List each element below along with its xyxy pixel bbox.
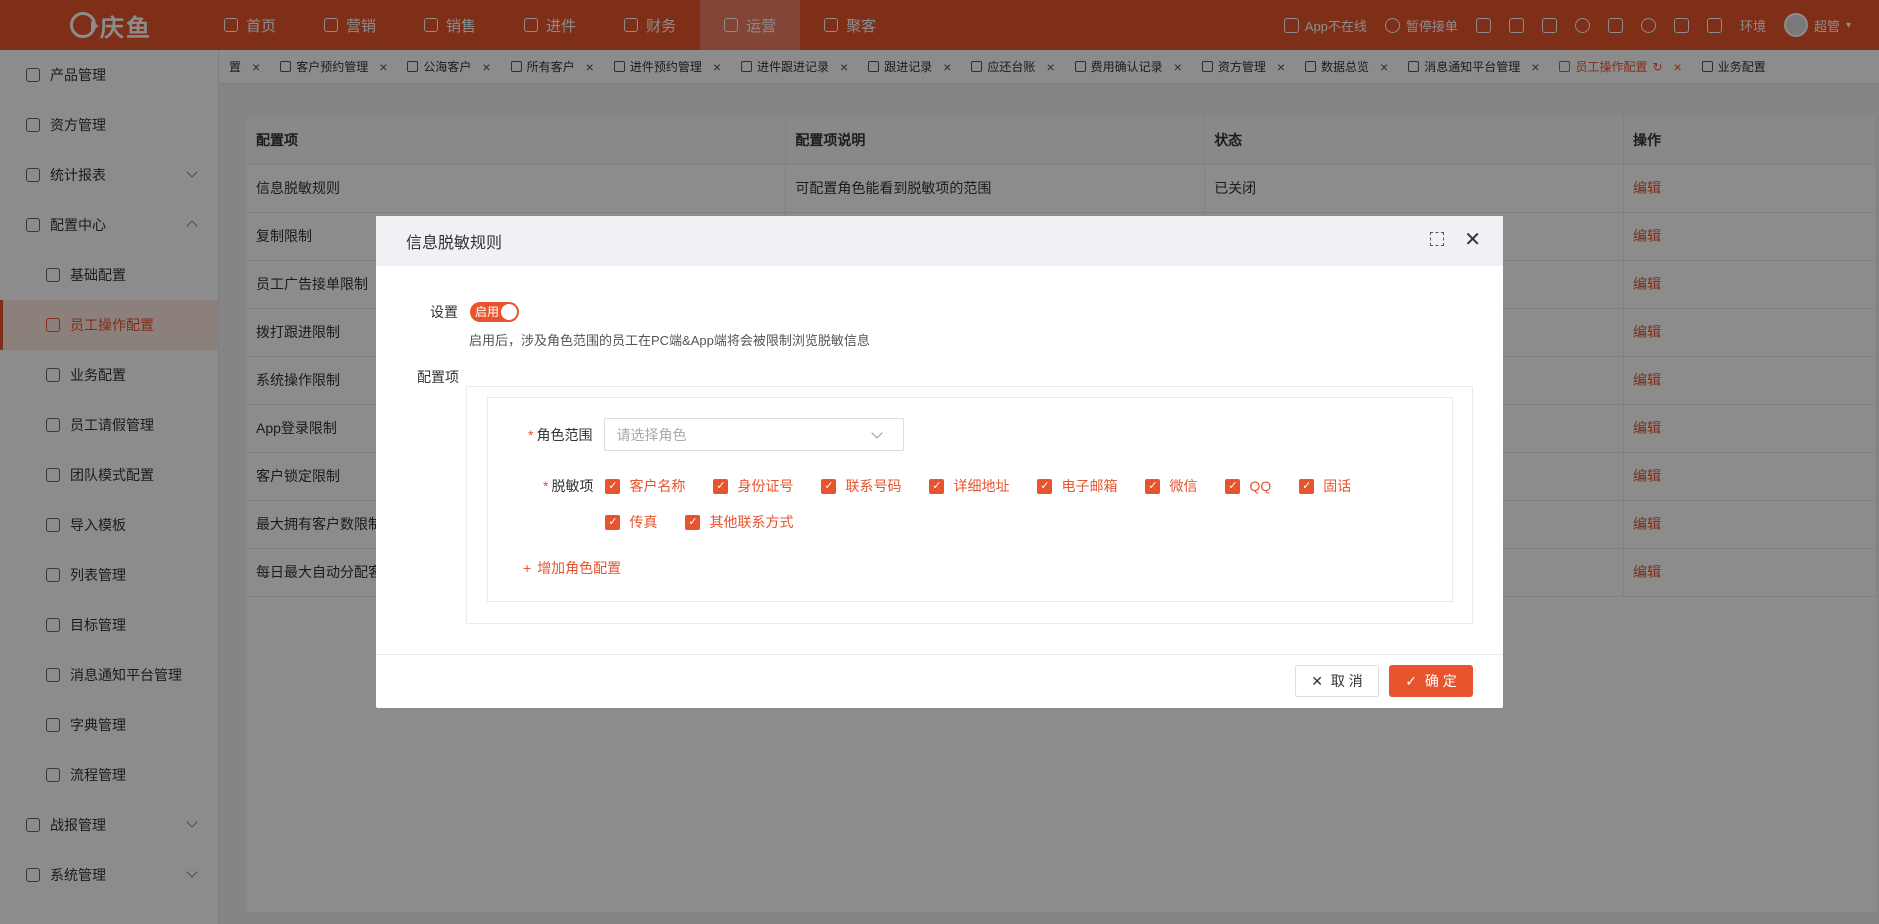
mask-checkbox[interactable]: ✓ 联系号码 <box>821 476 901 496</box>
checkbox-checked-icon: ✓ <box>605 478 621 494</box>
confirm-label: 确 定 <box>1424 673 1457 689</box>
config-items-label: 配置项 <box>417 369 459 385</box>
role-scope-row: * 角色范围 请选择角色 <box>528 418 905 451</box>
role-select-placeholder: 请选择角色 <box>616 426 687 443</box>
mask-checkbox-label: 传真 <box>629 514 658 530</box>
switch-knob <box>501 304 517 320</box>
checkbox-checked-icon: ✓ <box>821 478 837 494</box>
mask-checkbox[interactable]: ✓ 微信 <box>1145 476 1197 496</box>
mask-checkbox[interactable]: ✓ 详细地址 <box>929 476 1009 496</box>
switch-text: 启用 <box>475 305 500 319</box>
checkbox-checked-icon: ✓ <box>685 514 701 530</box>
mask-checkbox[interactable]: ✓ 固话 <box>1299 476 1351 496</box>
mask-checkbox-label: 客户名称 <box>629 478 686 494</box>
mask-checkbox[interactable]: ✓ QQ <box>1225 476 1271 496</box>
enable-switch[interactable]: 启用 <box>470 302 519 322</box>
plus-icon: + <box>523 560 532 576</box>
mask-items-label: * 脱敏项 <box>543 478 594 494</box>
checkbox-checked-icon: ✓ <box>713 478 729 494</box>
mask-checkbox[interactable]: ✓ 电子邮箱 <box>1037 476 1117 496</box>
dialog-header: 信息脱敏规则 ✕ <box>376 216 1503 266</box>
config-panel: * 角色范围 请选择角色 * 脱敏项 ✓ 客户名称 ✓ 身份证号 ✓ 联系号码 ✓ 详细地址 ✓ 电子… <box>466 386 1473 624</box>
checkbox-checked-icon: ✓ <box>1299 478 1315 494</box>
mask-checkbox[interactable]: ✓ 身份证号 <box>713 476 793 496</box>
masking-rule-dialog: 信息脱敏规则 ✕ 设置 启用 启用后，涉及角色范围的员工在PC端&App端将会被… <box>376 216 1503 708</box>
maximize-icon[interactable] <box>1430 232 1445 246</box>
mask-checkbox-group: ✓ 客户名称 ✓ 身份证号 ✓ 联系号码 ✓ 详细地址 ✓ 电子邮箱 ✓ 微信 ✓ QQ ✓ 固话 ✓ 传真 ✓ 其他… <box>605 476 1385 532</box>
role-scope-label: * 角色范围 <box>528 426 593 443</box>
mask-items-row: * 脱敏项 ✓ 客户名称 ✓ 身份证号 ✓ 联系号码 ✓ 详细地址 ✓ 电子邮箱 ✓ 微信 ✓ QQ ✓ 固话 ✓… <box>543 476 1385 532</box>
mask-checkbox-label: 电子邮箱 <box>1061 478 1118 494</box>
checkbox-checked-icon: ✓ <box>929 478 945 494</box>
mask-checkbox[interactable]: ✓ 其他联系方式 <box>685 512 793 532</box>
check-icon: ✓ <box>1405 672 1417 689</box>
dialog-title: 信息脱敏规则 <box>406 235 503 252</box>
checkbox-checked-icon: ✓ <box>1145 478 1161 494</box>
setting-hint: 启用后，涉及角色范围的员工在PC端&App端将会被限制浏览脱敏信息 <box>469 333 870 348</box>
dialog-footer: ✕ 取 消 ✓ 确 定 <box>376 654 1503 708</box>
mask-checkbox-label: 联系号码 <box>845 478 902 494</box>
confirm-button[interactable]: ✓ 确 定 <box>1389 665 1473 697</box>
role-config-card: * 角色范围 请选择角色 * 脱敏项 ✓ 客户名称 ✓ 身份证号 ✓ 联系号码 ✓ 详细地址 ✓ 电子… <box>487 397 1453 602</box>
add-role-config-button[interactable]: + 增加角色配置 <box>523 558 621 578</box>
setting-label: 设置 <box>430 304 458 320</box>
cancel-label: 取 消 <box>1330 673 1363 689</box>
mask-checkbox-label: QQ <box>1249 478 1272 494</box>
mask-checkbox-label: 固话 <box>1323 478 1352 494</box>
close-icon[interactable]: ✕ <box>1464 230 1481 250</box>
mask-checkbox-label: 微信 <box>1169 478 1198 494</box>
role-select[interactable]: 请选择角色 <box>604 418 905 451</box>
mask-checkbox-label: 身份证号 <box>737 478 794 494</box>
chevron-down-icon <box>871 427 884 439</box>
checkbox-checked-icon: ✓ <box>1037 478 1053 494</box>
role-scope-text: 角色范围 <box>536 426 593 443</box>
checkbox-checked-icon: ✓ <box>1225 478 1241 494</box>
mask-checkbox-label: 详细地址 <box>953 478 1010 494</box>
mask-items-text: 脱敏项 <box>551 478 594 494</box>
checkbox-checked-icon: ✓ <box>605 514 621 530</box>
mask-checkbox[interactable]: ✓ 客户名称 <box>605 476 685 496</box>
add-role-label: 增加角色配置 <box>537 560 622 576</box>
mask-checkbox[interactable]: ✓ 传真 <box>605 512 657 532</box>
mask-checkbox-label: 其他联系方式 <box>709 514 794 530</box>
close-icon: ✕ <box>1311 672 1323 689</box>
setting-row: 设置 启用 <box>430 302 519 322</box>
cancel-button[interactable]: ✕ 取 消 <box>1295 665 1379 697</box>
